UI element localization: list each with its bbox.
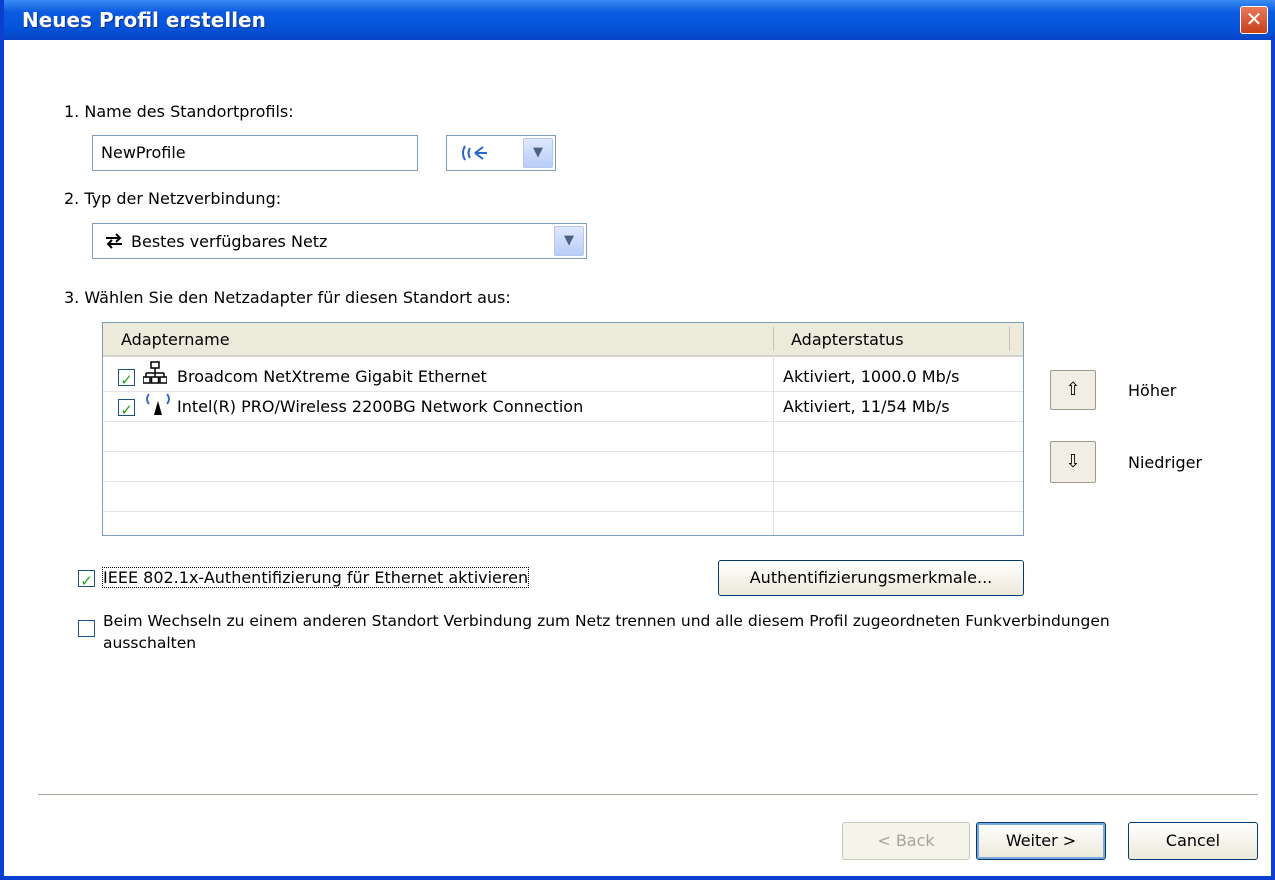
row-gridline xyxy=(103,391,1023,392)
checkmark-icon: ✓ xyxy=(120,371,133,389)
arrow-down-icon: ⇩ xyxy=(1065,451,1081,472)
disconnect-on-switch-label[interactable]: Beim Wechseln zu einem anderen Standort … xyxy=(103,612,1110,630)
network-switch-arrows-icon xyxy=(106,233,122,249)
ieee-8021x-checkbox[interactable]: ✓ xyxy=(78,570,95,590)
cancel-button[interactable]: Cancel xyxy=(1128,822,1258,860)
column-header-adapterstatus[interactable]: Adapterstatus xyxy=(791,330,904,349)
column-divider[interactable] xyxy=(773,327,774,351)
column-header-adaptername[interactable]: Adaptername xyxy=(121,330,230,349)
row-gridline xyxy=(103,481,1023,482)
adapter-name: Intel(R) PRO/Wireless 2200BG Network Con… xyxy=(177,397,584,416)
row-gridline xyxy=(103,511,1023,512)
list-header: Adaptername Adapterstatus xyxy=(103,323,1023,357)
adapter-checkbox[interactable]: ✓ xyxy=(118,399,135,419)
connection-type-label: 2. Typ der Netzverbindung: xyxy=(64,189,282,208)
profile-icon-dropdown[interactable]: ▼ xyxy=(446,135,556,171)
adapter-list[interactable]: Adaptername Adapterstatus ✓ Broadcom Net… xyxy=(102,322,1024,536)
column-gridline xyxy=(773,356,774,535)
adapter-checkbox[interactable]: ✓ xyxy=(118,369,135,389)
back-button[interactable]: < Back xyxy=(842,822,970,860)
checkmark-icon: ✓ xyxy=(80,572,93,590)
chevron-down-icon[interactable]: ▼ xyxy=(523,138,553,168)
disconnect-on-switch-checkbox[interactable] xyxy=(78,620,95,637)
next-button[interactable]: Weiter > xyxy=(976,822,1106,860)
footer-divider xyxy=(38,794,1258,796)
adapter-name: Broadcom NetXtreme Gigabit Ethernet xyxy=(177,367,487,386)
wireless-antenna-icon xyxy=(146,393,170,415)
dialog-window: Neues Profil erstellen ✕ 1. Name des Sta… xyxy=(0,0,1275,880)
title-bar[interactable]: Neues Profil erstellen ✕ xyxy=(4,0,1275,40)
profile-name-input[interactable]: NewProfile xyxy=(92,135,418,171)
move-up-button[interactable]: ⇧ xyxy=(1050,370,1096,410)
adapter-select-label: 3. Wählen Sie den Netzadapter für diesen… xyxy=(64,288,511,307)
profile-name-label: 1. Name des Standortprofils: xyxy=(64,102,294,121)
wireless-broadcast-icon xyxy=(462,145,487,161)
adapter-status: Aktiviert, 11/54 Mb/s xyxy=(783,397,950,416)
row-gridline xyxy=(103,421,1023,422)
move-down-label: Niedriger xyxy=(1128,453,1203,472)
connection-type-dropdown[interactable]: Bestes verfügbares Netz ▼ xyxy=(92,223,587,259)
move-up-label: Höher xyxy=(1128,381,1177,400)
close-button[interactable]: ✕ xyxy=(1240,6,1268,34)
ieee-8021x-label[interactable]: IEEE 802.1x-Authentifizierung für Ethern… xyxy=(101,567,530,588)
arrow-up-icon: ⇧ xyxy=(1065,379,1081,400)
authentication-properties-button[interactable]: Authentifizierungsmerkmale... xyxy=(718,560,1024,596)
move-down-button[interactable]: ⇩ xyxy=(1050,441,1096,483)
wired-network-icon xyxy=(143,361,167,384)
row-gridline xyxy=(103,451,1023,452)
connection-type-value: Bestes verfügbares Netz xyxy=(131,232,328,251)
adapter-status: Aktiviert, 1000.0 Mb/s xyxy=(783,367,960,386)
disconnect-on-switch-label-continued[interactable]: ausschalten xyxy=(103,634,196,652)
checkmark-icon: ✓ xyxy=(120,401,133,419)
column-divider[interactable] xyxy=(1009,327,1010,351)
chevron-down-icon[interactable]: ▼ xyxy=(554,226,584,256)
window-title: Neues Profil erstellen xyxy=(22,8,266,32)
